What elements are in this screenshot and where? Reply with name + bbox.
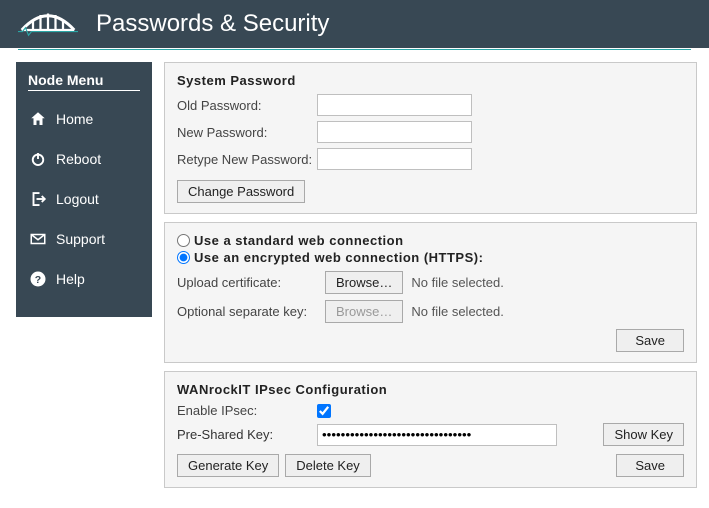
sidebar-title: Node Menu xyxy=(28,72,140,91)
optional-key-label: Optional separate key: xyxy=(177,304,317,319)
new-password-label: New Password: xyxy=(177,125,317,140)
ipsec-save-button[interactable]: Save xyxy=(616,454,684,477)
bridge-logo-icon xyxy=(18,4,78,44)
envelope-icon xyxy=(28,229,48,249)
old-password-input[interactable] xyxy=(317,94,472,116)
power-icon xyxy=(28,149,48,169)
new-password-input[interactable] xyxy=(317,121,472,143)
app-header: Passwords & Security xyxy=(0,0,709,48)
nav-label: Home xyxy=(56,111,93,127)
certificate-file-status: No file selected. xyxy=(411,275,504,290)
browse-key-button[interactable]: Browse… xyxy=(325,300,403,323)
delete-key-button[interactable]: Delete Key xyxy=(285,454,371,477)
standard-connection-label: Use a standard web connection xyxy=(194,233,404,248)
nav-logout[interactable]: Logout xyxy=(28,179,140,219)
standard-connection-radio[interactable] xyxy=(177,234,190,247)
node-menu-sidebar: Node Menu Home Reboot Logout Support xyxy=(16,62,152,317)
home-icon xyxy=(28,109,48,129)
retype-password-label: Retype New Password: xyxy=(177,152,317,167)
psk-input[interactable] xyxy=(317,424,557,446)
key-file-status: No file selected. xyxy=(411,304,504,319)
nav-label: Help xyxy=(56,271,85,287)
retype-password-input[interactable] xyxy=(317,148,472,170)
encrypted-connection-label: Use an encrypted web connection (HTTPS): xyxy=(194,250,483,265)
page-title: Passwords & Security xyxy=(96,10,329,38)
nav-home[interactable]: Home xyxy=(28,99,140,139)
change-password-button[interactable]: Change Password xyxy=(177,180,305,203)
svg-text:?: ? xyxy=(35,274,41,286)
nav-help[interactable]: ? Help xyxy=(28,259,140,299)
show-key-button[interactable]: Show Key xyxy=(603,423,684,446)
nav-support[interactable]: Support xyxy=(28,219,140,259)
enable-ipsec-checkbox[interactable] xyxy=(317,404,331,418)
generate-key-button[interactable]: Generate Key xyxy=(177,454,279,477)
nav-label: Logout xyxy=(56,191,99,207)
system-password-panel: System Password Old Password: New Passwo… xyxy=(164,62,697,214)
nav-label: Support xyxy=(56,231,105,247)
nav-reboot[interactable]: Reboot xyxy=(28,139,140,179)
psk-label: Pre-Shared Key: xyxy=(177,427,317,442)
ipsec-heading: WANrockIT IPsec Configuration xyxy=(177,382,684,397)
nav-label: Reboot xyxy=(56,151,101,167)
web-connection-panel: Use a standard web connection Use an enc… xyxy=(164,222,697,363)
web-connection-save-button[interactable]: Save xyxy=(616,329,684,352)
upload-certificate-label: Upload certificate: xyxy=(177,275,317,290)
old-password-label: Old Password: xyxy=(177,98,317,113)
encrypted-connection-radio[interactable] xyxy=(177,251,190,264)
browse-certificate-button[interactable]: Browse… xyxy=(325,271,403,294)
logout-icon xyxy=(28,189,48,209)
enable-ipsec-label: Enable IPsec: xyxy=(177,403,317,418)
system-password-heading: System Password xyxy=(177,73,684,88)
help-icon: ? xyxy=(28,269,48,289)
ipsec-panel: WANrockIT IPsec Configuration Enable IPs… xyxy=(164,371,697,488)
